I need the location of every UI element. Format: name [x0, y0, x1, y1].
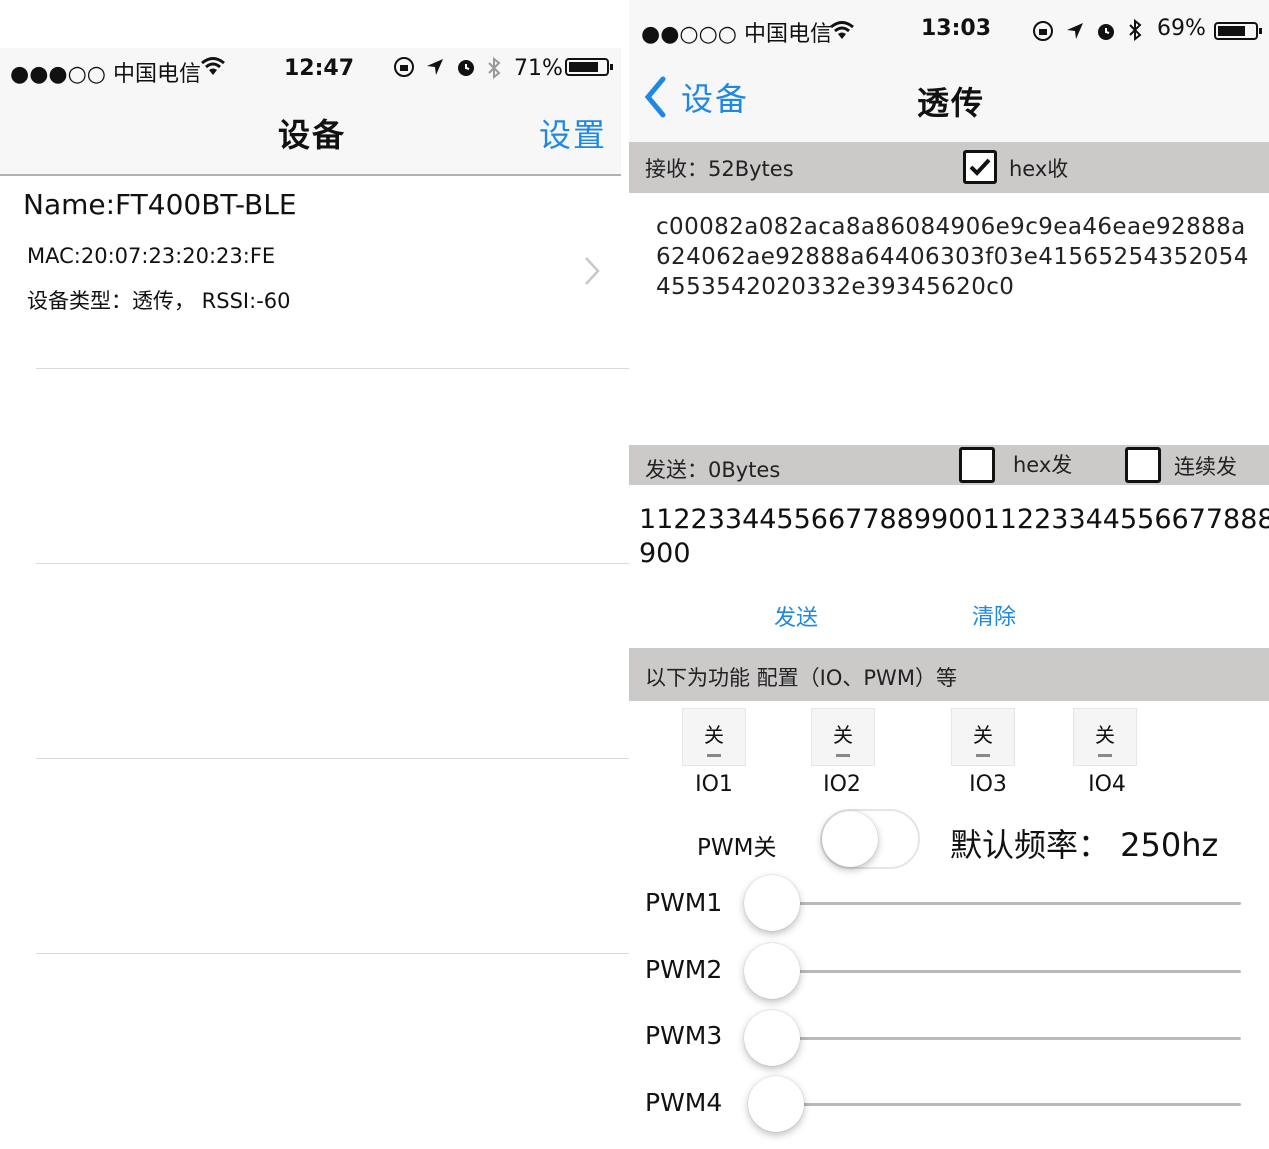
send-input-line: 11223344556677889900112233445566778889 [639, 504, 1269, 535]
orientation-lock-icon [1032, 20, 1054, 42]
orientation-lock-icon [393, 56, 415, 78]
continuous-send-label: 连续发 [1174, 455, 1237, 479]
list-separator [36, 563, 629, 564]
left-time: 12:47 [284, 56, 355, 81]
left-navigation-bar: ●●●○○ 中国电信 12:47 71% 设备 设置 [0, 48, 621, 176]
list-separator [36, 368, 629, 369]
slider-track [772, 970, 1241, 973]
list-separator [36, 953, 629, 954]
device-name: Name:FT400BT-BLE [23, 188, 297, 221]
receive-data-line: 624062ae92888a64406303f03e41565254352054 [656, 244, 1249, 270]
slider-thumb[interactable] [744, 875, 800, 931]
config-header-label: 以下为功能 配置（IO、PWM）等 [645, 666, 957, 690]
send-button[interactable]: 发送 [774, 600, 818, 632]
battery-icon [565, 56, 615, 78]
pwm-toggle-switch[interactable] [820, 809, 920, 869]
hex-receive-checkbox[interactable] [963, 150, 997, 184]
device-list-item[interactable]: Name:FT400BT-BLE MAC:20:07:23:20:23:FE 设… [8, 176, 629, 368]
receive-data-line: c00082a082aca8a86084906e9c9ea46eae92888a [656, 214, 1246, 240]
io-indicator [1098, 754, 1112, 757]
pwm3-label: PWM3 [645, 1021, 723, 1050]
wifi-icon [200, 56, 226, 78]
pwm1-slider[interactable] [744, 875, 1241, 931]
slider-track [772, 902, 1241, 905]
slider-track [776, 1103, 1241, 1106]
config-header-bar: 以下为功能 配置（IO、PWM）等 [629, 648, 1269, 701]
hex-send-label: hex发 [1013, 453, 1073, 477]
send-input[interactable]: 11223344556677889900112233445566778889 9… [639, 503, 1269, 571]
pwm-switch-label: PWM关 [697, 835, 777, 861]
io2-button[interactable]: 关 [811, 708, 875, 766]
clear-button[interactable]: 清除 [972, 599, 1016, 631]
send-header-bar: 发送：0Bytes hex发 连续发 [629, 445, 1269, 485]
io2-label: IO2 [823, 772, 861, 797]
bluetooth-icon [1127, 18, 1143, 42]
io4-label: IO4 [1088, 772, 1126, 797]
io4-button[interactable]: 关 [1073, 708, 1137, 766]
io-state: 关 [704, 723, 724, 747]
left-carrier: ●●●○○ 中国电信 [10, 62, 201, 87]
continuous-send-checkbox[interactable] [1125, 447, 1161, 483]
alarm-icon [1095, 20, 1117, 42]
right-navigation-bar: ●●○○○ 中国电信 13:03 69% 设备 透传 [629, 0, 1269, 142]
right-page-title: 透传 [917, 84, 986, 122]
hex-receive-label: hex收 [1009, 157, 1069, 181]
io-indicator [976, 754, 990, 757]
io-indicator [836, 754, 850, 757]
pwm4-label: PWM4 [645, 1088, 723, 1117]
slider-thumb[interactable] [744, 1010, 800, 1066]
right-time: 13:03 [921, 16, 992, 41]
io-state: 关 [833, 723, 853, 747]
chevron-right-icon [584, 256, 600, 286]
io3-button[interactable]: 关 [951, 708, 1015, 766]
back-label: 设备 [681, 80, 750, 118]
right-status-bar: ●●○○○ 中国电信 13:03 69% [629, 0, 1269, 47]
pwm2-label: PWM2 [645, 955, 723, 984]
left-battery-percent: 71% [514, 56, 563, 81]
left-status-bar: ●●●○○ 中国电信 12:47 71% [0, 48, 621, 92]
settings-button[interactable]: 设置 [539, 110, 607, 156]
io-state: 关 [973, 723, 993, 747]
send-input-line: 900 [639, 538, 691, 569]
io1-button[interactable]: 关 [682, 708, 746, 766]
bluetooth-icon [486, 56, 502, 80]
battery-icon [1214, 20, 1264, 42]
receive-header-bar: 接收：52Bytes hex收 [629, 142, 1269, 193]
receive-data-line: 4553542020332e39345620c0 [656, 274, 1015, 300]
right-carrier: ●●○○○ 中国电信 [641, 22, 832, 47]
device-mac: MAC:20:07:23:20:23:FE [27, 244, 276, 268]
pwm4-slider[interactable] [748, 1076, 1241, 1132]
default-frequency-label: 默认频率： 250hz [950, 826, 1219, 864]
pwm1-label: PWM1 [645, 888, 723, 917]
slider-thumb[interactable] [744, 943, 800, 999]
right-battery-percent: 69% [1157, 16, 1206, 41]
chevron-left-icon [643, 76, 667, 118]
back-button[interactable]: 设备 [643, 74, 749, 120]
io-indicator [707, 754, 721, 757]
location-icon [425, 56, 445, 78]
alarm-icon [455, 56, 477, 78]
io3-label: IO3 [969, 772, 1007, 797]
receive-data-view[interactable]: c00082a082aca8a86084906e9c9ea46eae92888a… [656, 212, 1256, 302]
receive-count-label: 接收：52Bytes [645, 157, 794, 181]
device-type-rssi: 设备类型：透传， RSSI:-60 [27, 289, 291, 313]
io-state: 关 [1095, 723, 1115, 747]
send-count-label: 发送：0Bytes [645, 458, 781, 482]
wifi-icon [829, 20, 855, 42]
left-page-title: 设备 [278, 116, 347, 154]
location-icon [1065, 20, 1085, 42]
toggle-knob [822, 811, 878, 867]
io1-label: IO1 [695, 772, 733, 797]
checkmark-icon [969, 158, 991, 176]
pwm2-slider[interactable] [744, 943, 1241, 999]
hex-send-checkbox[interactable] [959, 447, 995, 483]
slider-track [772, 1037, 1241, 1040]
list-separator [36, 758, 629, 759]
slider-thumb[interactable] [748, 1076, 804, 1132]
pwm3-slider[interactable] [744, 1010, 1241, 1066]
